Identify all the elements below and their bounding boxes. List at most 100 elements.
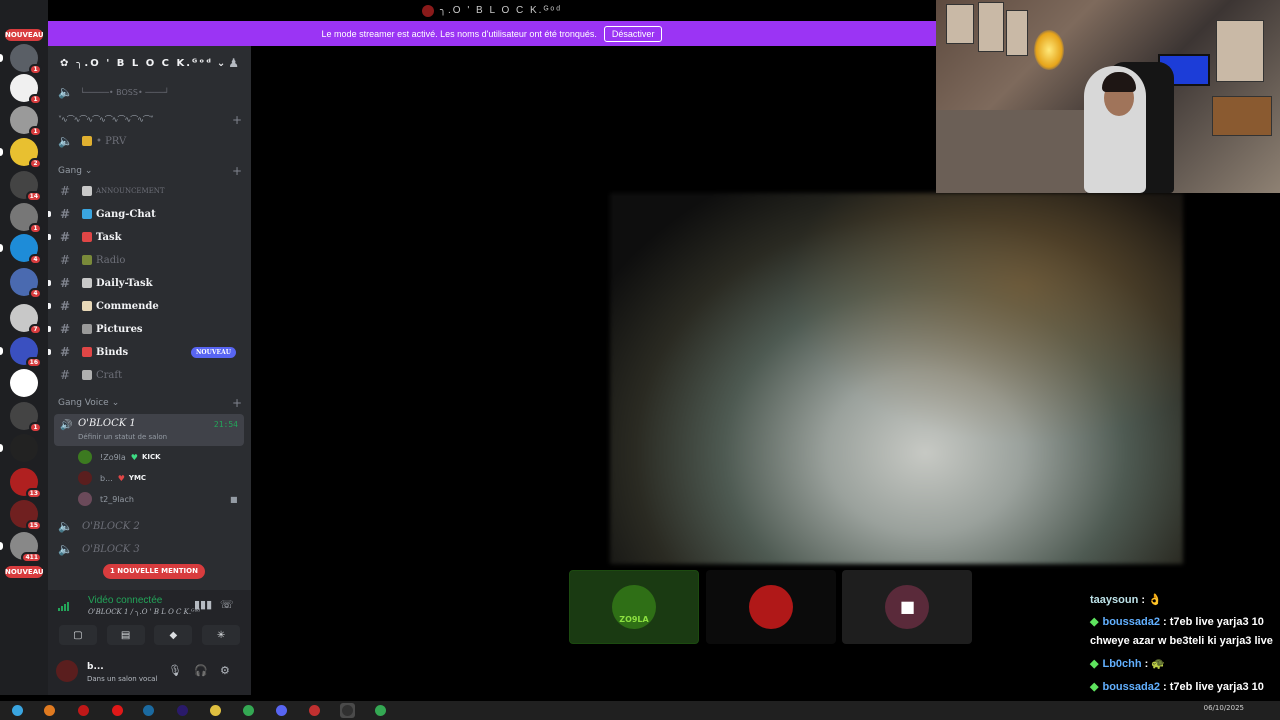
discord-icon[interactable]: [274, 703, 289, 718]
unread-indicator: [48, 211, 51, 217]
channel-radio[interactable]: # Radio: [54, 250, 244, 270]
channel-prv[interactable]: 🔈 • PRV: [54, 131, 244, 151]
server-icon[interactable]: 15: [10, 500, 42, 531]
add-channel-icon[interactable]: +: [232, 164, 242, 178]
noise-suppression-icon[interactable]: ▮▮▮: [194, 598, 212, 611]
add-channel-icon[interactable]: +: [232, 396, 242, 410]
channel-emoji-icon: [82, 232, 92, 242]
speaker-icon: 🔈: [58, 85, 73, 99]
channel-pictures[interactable]: # Pictures: [48, 319, 244, 339]
avatar[interactable]: [56, 660, 78, 682]
category-divider[interactable]: ˅∿⌒∿⌒∿⌒∿⌒∿⌒∿⌒∿⌒˅ +: [58, 113, 244, 127]
server-icon[interactable]: 16: [10, 337, 42, 368]
mention-badge: 1: [29, 94, 42, 105]
obs-icon-glyph: [342, 705, 353, 716]
server-icon[interactable]: 1: [10, 106, 42, 137]
signal-icon[interactable]: [58, 600, 72, 612]
channel-task[interactable]: # Task: [48, 227, 244, 247]
voice-channel-active[interactable]: 🔊 O'BLOCK 1 Définir un statut de salon 2…: [54, 414, 244, 446]
avatar: [78, 450, 92, 464]
heart-icon: ♥: [130, 452, 138, 462]
gear-icon[interactable]: ⚙: [220, 664, 230, 677]
disconnect-icon[interactable]: ☏: [220, 598, 234, 611]
add-member-icon[interactable]: ♟: [228, 56, 241, 70]
voice-member[interactable]: t2_9lach ■: [78, 490, 238, 508]
add-channel-icon[interactable]: +: [232, 113, 242, 127]
channel-daily-task[interactable]: # Daily-Task: [48, 273, 244, 293]
channel-announcement[interactable]: # ANNOUNCEMENT: [54, 181, 244, 201]
speaker-icon: 🔈: [58, 519, 73, 533]
new-badge[interactable]: NOUVEAU: [5, 566, 44, 578]
category-gang[interactable]: Gang ⌄ +: [58, 164, 244, 178]
server-icon[interactable]: 1: [10, 44, 42, 75]
voice-channel-3[interactable]: 🔈 O'BLOCK 3: [54, 539, 244, 559]
premiere-icon[interactable]: [175, 703, 190, 718]
camera-off-button[interactable]: ▢: [58, 625, 97, 645]
new-mention-pill[interactable]: 1 NOUVELLE MENTION: [103, 564, 205, 579]
avatar: [749, 585, 793, 629]
user-panel: b... Dans un salon vocal 🎙 🎧 ⚙: [48, 648, 251, 695]
microphone-icon[interactable]: 🎙: [168, 664, 182, 677]
server-icon[interactable]: 1: [10, 203, 42, 234]
mention-badge: 2: [29, 158, 42, 169]
opera-icon[interactable]: [110, 703, 125, 718]
server-header[interactable]: ✿ ╮.O ' B L O C K.ᴳᵒᵈ ⌄ ♟: [48, 46, 251, 80]
activities-button[interactable]: ◆: [154, 625, 193, 645]
server-icon[interactable]: 4: [10, 234, 42, 265]
headphones-icon[interactable]: 🎧: [194, 664, 208, 677]
channel-emoji-icon: [82, 186, 92, 196]
unread-indicator: [48, 303, 51, 309]
server-icon[interactable]: 411: [10, 532, 42, 563]
channel-craft[interactable]: # Craft: [54, 365, 244, 385]
soundboard-button[interactable]: ✳: [202, 625, 241, 645]
server-icon[interactable]: 14: [10, 171, 42, 202]
wall-poster: [1216, 20, 1264, 82]
server-icon[interactable]: 1: [10, 74, 42, 105]
server-icon[interactable]: 2: [10, 138, 42, 169]
server-icon[interactable]: 1: [10, 402, 42, 433]
channel-label: Commende: [96, 300, 159, 312]
voice-member[interactable]: !Zo9la ♥ KICK: [78, 448, 161, 466]
voice-status[interactable]: Vidéo connectée: [88, 595, 162, 606]
voice-member[interactable]: b... ♥ YMC: [78, 469, 146, 487]
server-icon[interactable]: 7: [10, 304, 42, 335]
voice-channel-path: O'BLOCK 1 / ╮.O ' B L O C K.ᴳᵒᵈ: [88, 608, 201, 616]
app-icon[interactable]: [307, 703, 322, 718]
mention-badge: 1: [29, 64, 42, 75]
windows-start-icon[interactable]: [10, 703, 25, 718]
channel-binds[interactable]: # Binds NOUVEAU: [48, 342, 244, 362]
channel-commende[interactable]: # Commende: [48, 296, 244, 316]
server-icon[interactable]: [10, 369, 38, 397]
chrome-icon[interactable]: [241, 703, 256, 718]
unread-indicator: [48, 326, 51, 332]
category-gang-voice[interactable]: Gang Voice ⌄ +: [58, 396, 244, 410]
participant-tile[interactable]: ZO9LA: [569, 570, 699, 644]
banner-text: Le mode streamer est activé. Les noms d'…: [321, 28, 597, 39]
steam-icon-glyph: [143, 705, 154, 716]
server-icon[interactable]: 4: [10, 268, 42, 299]
server-icon[interactable]: [10, 434, 38, 462]
server-icon[interactable]: 13: [10, 468, 42, 499]
chat-username: boussada2: [1102, 681, 1160, 693]
mention-badge: 4: [29, 288, 42, 299]
participant-tile[interactable]: ■: [842, 570, 972, 644]
steam-icon[interactable]: [141, 703, 156, 718]
channel-boss[interactable]: 🔈 └─────• BOSS• ────┘: [54, 82, 244, 102]
firefox-icon[interactable]: [42, 703, 57, 718]
obs-icon[interactable]: [340, 703, 355, 718]
screen-share-button[interactable]: ▤: [106, 625, 145, 645]
main-video-feed[interactable]: [610, 193, 1183, 564]
chrome-icon[interactable]: [373, 703, 388, 718]
voice-channel-2[interactable]: 🔈 O'BLOCK 2: [54, 516, 244, 536]
heart-icon: ♥: [117, 473, 125, 483]
participant-tile[interactable]: [706, 570, 836, 644]
new-badge[interactable]: NOUVEAU: [5, 29, 44, 41]
disable-streamer-mode-button[interactable]: Désactiver: [603, 25, 663, 42]
server-rail: NOUVEAU 1 1 1 2 14 1 4 4 7 16 1 13 15 411 NOUVEAU: [0, 0, 48, 695]
file-explorer-icon[interactable]: [208, 703, 223, 718]
unread-pill: [0, 244, 3, 252]
mention-badge: 7: [29, 324, 42, 335]
opera-gx-icon[interactable]: [76, 703, 91, 718]
channel-gang-chat[interactable]: # Gang-Chat: [48, 204, 244, 224]
streamer-webcam: [936, 0, 1280, 193]
